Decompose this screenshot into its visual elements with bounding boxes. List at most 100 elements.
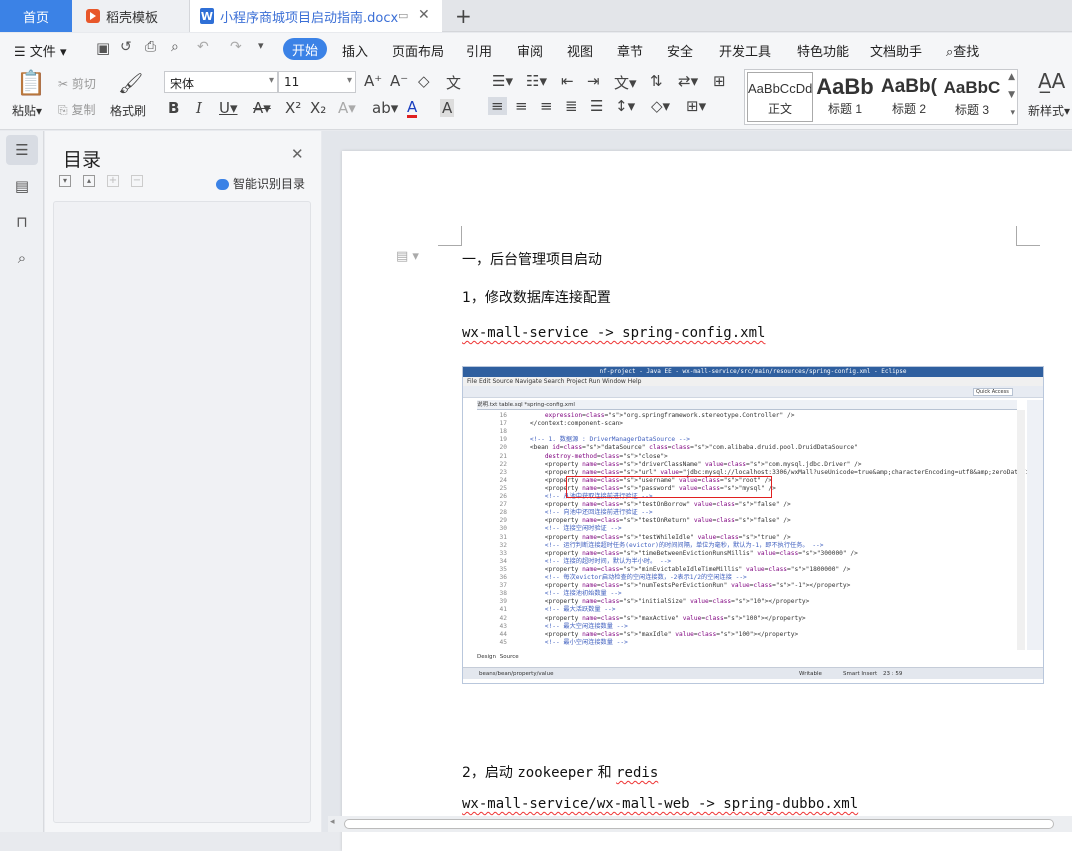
paste-button[interactable]: 粘贴▾	[12, 102, 42, 119]
menu-page-layout[interactable]: 页面布局	[392, 41, 444, 60]
menu-developer[interactable]: 开发工具	[719, 41, 771, 60]
paste-icon[interactable]: 📋	[16, 69, 46, 97]
justify-icon[interactable]: ≣	[565, 97, 578, 115]
tab-document[interactable]: W 小程序商城项目启动指南.docx ▭ ✕	[190, 0, 442, 32]
doc-line-dubbo-path[interactable]: wx-mall-service/wx-mall-web -> spring-du…	[462, 796, 858, 812]
menu-review[interactable]: 审阅	[517, 41, 543, 60]
font-name-select[interactable]: 宋体	[164, 71, 278, 93]
bold-icon[interactable]: B	[168, 99, 179, 117]
save-icon[interactable]: ▣	[96, 39, 110, 57]
align-left-icon[interactable]: ≡	[488, 97, 507, 115]
print-preview-icon[interactable]: ⌕	[171, 39, 179, 55]
menu-section[interactable]: 章节	[617, 41, 643, 60]
style-heading3[interactable]: AaBbC 标题 3	[941, 70, 1003, 122]
menu-search[interactable]: ⌕查找	[946, 41, 979, 60]
menu-view[interactable]: 视图	[567, 41, 593, 60]
page-nav-icon[interactable]: ▤	[6, 171, 38, 201]
font-size-select[interactable]: 11	[278, 71, 356, 93]
style-heading2[interactable]: AaBb( 标题 2	[877, 70, 941, 122]
style-more-icon[interactable]: ▾	[1010, 108, 1015, 118]
new-tab-icon[interactable]: +	[455, 4, 472, 28]
undo-icon[interactable]: ↶	[197, 39, 209, 55]
chinese-layout-icon[interactable]: 文▾	[614, 72, 637, 93]
show-marks-icon[interactable]: ⇄▾	[678, 72, 698, 90]
doc-line-step2[interactable]: 2，启动 zookeeper 和 redis	[462, 762, 658, 782]
embedded-eclipse-screenshot[interactable]: nf-project - Java EE - wx-mall-service/s…	[462, 366, 1044, 684]
cut-button[interactable]: ✂ 剪切	[58, 75, 96, 92]
menu-references[interactable]: 引用	[466, 41, 492, 60]
format-painter-button[interactable]: 格式刷	[110, 102, 146, 119]
menu-insert[interactable]: 插入	[342, 41, 368, 60]
sort-icon[interactable]: ⇅	[650, 72, 663, 90]
menu-assistant[interactable]: 文档助手	[870, 41, 922, 60]
redo-icon[interactable]: ↷	[230, 39, 242, 55]
clear-format-icon[interactable]: ◇	[418, 72, 430, 90]
text-effect-icon[interactable]: A▾	[338, 99, 356, 117]
tab-close-icon[interactable]: ✕	[418, 7, 430, 23]
style-scroll-down-icon[interactable]: ▼	[1008, 90, 1015, 100]
scroll-thumb[interactable]	[344, 819, 1054, 829]
line-spacing-icon[interactable]: ↕▾	[615, 97, 635, 115]
tab-template[interactable]: 稻壳模板	[72, 0, 190, 32]
phonetic-guide-icon[interactable]: 文	[446, 72, 461, 93]
new-style-icon[interactable]: A̲A	[1038, 69, 1065, 93]
tab-home[interactable]: 首页	[0, 0, 72, 32]
code-line-text: <!-- 连接空闲时验证 -->	[515, 525, 622, 533]
demote-icon[interactable]: −	[131, 175, 143, 187]
expand-all-icon[interactable]: ▴	[83, 175, 95, 187]
horizontal-scrollbar[interactable]: ◂	[328, 816, 1072, 832]
toc-close-icon[interactable]: ✕	[291, 145, 304, 163]
toc-list[interactable]	[53, 201, 311, 823]
align-right-icon[interactable]: ≡	[540, 97, 553, 115]
font-color-icon[interactable]: A	[407, 99, 418, 118]
align-center-icon[interactable]: ≡	[515, 97, 528, 115]
table-borders-icon[interactable]: ⊞	[713, 72, 726, 90]
distribute-icon[interactable]: ☰	[590, 97, 603, 115]
menu-features[interactable]: 特色功能	[797, 41, 849, 60]
smart-toc-button[interactable]: 智能识别目录	[216, 175, 305, 192]
eclipse-source-tab: Source	[497, 654, 521, 660]
menu-security[interactable]: 安全	[667, 41, 693, 60]
bookmark-icon[interactable]: ⊓	[6, 207, 38, 237]
paragraph-menu-icon[interactable]: ▤ ▾	[396, 249, 419, 264]
italic-icon[interactable]: I	[196, 99, 202, 117]
toc-nav-icon[interactable]: ☰	[6, 135, 38, 165]
scroll-left-icon[interactable]: ◂	[330, 817, 335, 827]
print-icon[interactable]: ⎙	[145, 39, 156, 55]
document-page[interactable]: ▤ ▾ 一，后台管理项目启动 1，修改数据库连接配置 wx-mall-servi…	[342, 151, 1072, 851]
underline-icon[interactable]: U▾	[219, 99, 238, 117]
style-normal[interactable]: AaBbCcDd 正文	[747, 72, 813, 122]
find-icon[interactable]: ⌕	[6, 243, 38, 273]
style-scroll-up-icon[interactable]: ▲	[1008, 72, 1015, 82]
font-grow-icon[interactable]: A⁺	[364, 72, 382, 90]
paste-label: 粘贴	[12, 104, 37, 118]
collapse-all-icon[interactable]: ▾	[59, 175, 71, 187]
cloud-icon	[216, 179, 229, 190]
increase-indent-icon[interactable]: ⇥	[587, 72, 600, 90]
doc-line-config-path[interactable]: wx-mall-service -> spring-config.xml	[462, 325, 765, 341]
format-painter-icon[interactable]: 🖌	[118, 71, 143, 95]
copy-button[interactable]: ⎘ 复制	[58, 101, 95, 118]
doc-line-step1[interactable]: 1，修改数据库连接配置	[462, 287, 611, 307]
style-heading1[interactable]: AaBb 标题 1	[813, 70, 877, 122]
superscript-icon[interactable]: X²	[285, 99, 301, 117]
bullet-list-icon[interactable]: ☰▾	[492, 72, 513, 90]
char-shading-icon[interactable]: A	[440, 99, 455, 117]
highlight-icon[interactable]: ab▾	[372, 99, 398, 117]
menu-file[interactable]: ☰ 文件 ▾	[14, 41, 66, 60]
numbered-list-icon[interactable]: ☷▾	[526, 72, 547, 90]
decrease-indent-icon[interactable]: ⇤	[561, 72, 574, 90]
quick-access-dropdown-icon[interactable]: ▾	[258, 39, 264, 52]
shading-icon[interactable]: ◇▾	[651, 97, 670, 115]
menu-start[interactable]: 开始	[283, 38, 327, 60]
new-style-button[interactable]: 新样式▾	[1028, 102, 1070, 119]
subscript-icon[interactable]: X₂	[310, 99, 326, 117]
borders-icon[interactable]: ⊞▾	[686, 97, 706, 115]
font-shrink-icon[interactable]: A⁻	[390, 72, 408, 90]
strikethrough-icon[interactable]: A▾	[253, 99, 271, 117]
doc-line-heading[interactable]: 一，后台管理项目启动	[462, 249, 602, 269]
export-pdf-icon[interactable]: ↺	[120, 39, 132, 55]
promote-icon[interactable]: +	[107, 175, 119, 187]
code-line-number: 30	[499, 525, 507, 533]
tab-restore-icon[interactable]: ▭	[398, 9, 408, 22]
